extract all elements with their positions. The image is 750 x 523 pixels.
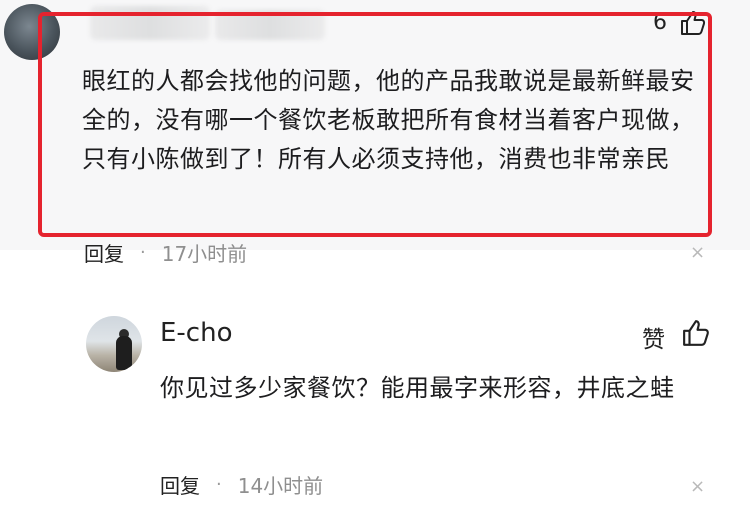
reply-author-name[interactable]: E-cho: [160, 318, 233, 348]
reply-meta: 回复 · 14小时前: [160, 470, 323, 499]
like-button-label[interactable]: 赞: [642, 320, 665, 354]
separator-dot: ·: [216, 474, 222, 495]
reply-button[interactable]: 回复: [84, 238, 124, 267]
reply-button[interactable]: 回复: [160, 470, 200, 499]
reply-avatar[interactable]: [86, 316, 142, 372]
comment-text: 眼红的人都会找他的问题，他的产品我敢说是最新鲜最安全的，没有哪一个餐饮老板敢把所…: [82, 67, 695, 173]
reply-timestamp: 14小时前: [237, 474, 324, 498]
reply-text: 你见过多少家餐饮？能用最字来形容，井底之蛙: [160, 374, 675, 402]
thumbs-up-icon[interactable]: [682, 318, 712, 348]
avatar-person-body: [116, 336, 132, 370]
comment-meta: 回复 · 17小时前: [84, 238, 247, 267]
comment-timestamp: 17小时前: [161, 242, 248, 266]
separator-dot: ·: [140, 242, 146, 263]
close-icon[interactable]: ×: [690, 476, 705, 497]
close-icon[interactable]: ×: [690, 242, 705, 263]
